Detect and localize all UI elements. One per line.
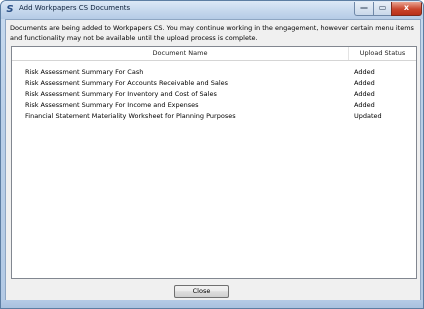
title-bar[interactable]: S Add Workpapers CS Documents — ▭ x [1, 1, 423, 19]
upload-status: Added [354, 90, 375, 98]
app-icon: S [6, 4, 14, 15]
table-row[interactable]: Risk Assessment Summary For Income and E… [12, 100, 416, 111]
upload-status: Added [354, 79, 375, 87]
documents-list[interactable]: Document Name Upload Status Risk Assessm… [11, 46, 417, 279]
maximize-button[interactable]: ▭ [373, 2, 392, 16]
minimize-button[interactable]: — [354, 2, 374, 16]
document-name: Risk Assessment Summary For Cash [25, 68, 144, 76]
close-window-button[interactable]: x [391, 2, 422, 16]
status-message: Documents are being added to Workpapers … [10, 24, 414, 42]
document-name: Financial Statement Materiality Workshee… [25, 112, 236, 120]
upload-status: Updated [354, 112, 382, 120]
table-row[interactable]: Risk Assessment Summary For Accounts Rec… [12, 78, 416, 89]
window-bottom-border [1, 300, 423, 308]
dialog-window: S Add Workpapers CS Documents — ▭ x Docu… [0, 0, 424, 309]
document-name: Risk Assessment Summary For Accounts Rec… [25, 79, 229, 87]
upload-status: Added [354, 68, 375, 76]
window-title: Add Workpapers CS Documents [19, 4, 131, 12]
table-row[interactable]: Risk Assessment Summary For Cash Added [12, 67, 416, 78]
table-row[interactable]: Risk Assessment Summary For Inventory an… [12, 89, 416, 100]
column-header-upload-status[interactable]: Upload Status [349, 47, 416, 60]
column-header-document-name[interactable]: Document Name [12, 47, 349, 60]
document-name: Risk Assessment Summary For Income and E… [25, 101, 199, 109]
list-header: Document Name Upload Status [12, 47, 416, 61]
table-row[interactable]: Financial Statement Materiality Workshee… [12, 111, 416, 122]
document-name: Risk Assessment Summary For Inventory an… [25, 90, 217, 98]
upload-status: Added [354, 101, 375, 109]
dialog-body: Documents are being added to Workpapers … [5, 19, 421, 304]
close-button[interactable]: Close [174, 285, 229, 298]
